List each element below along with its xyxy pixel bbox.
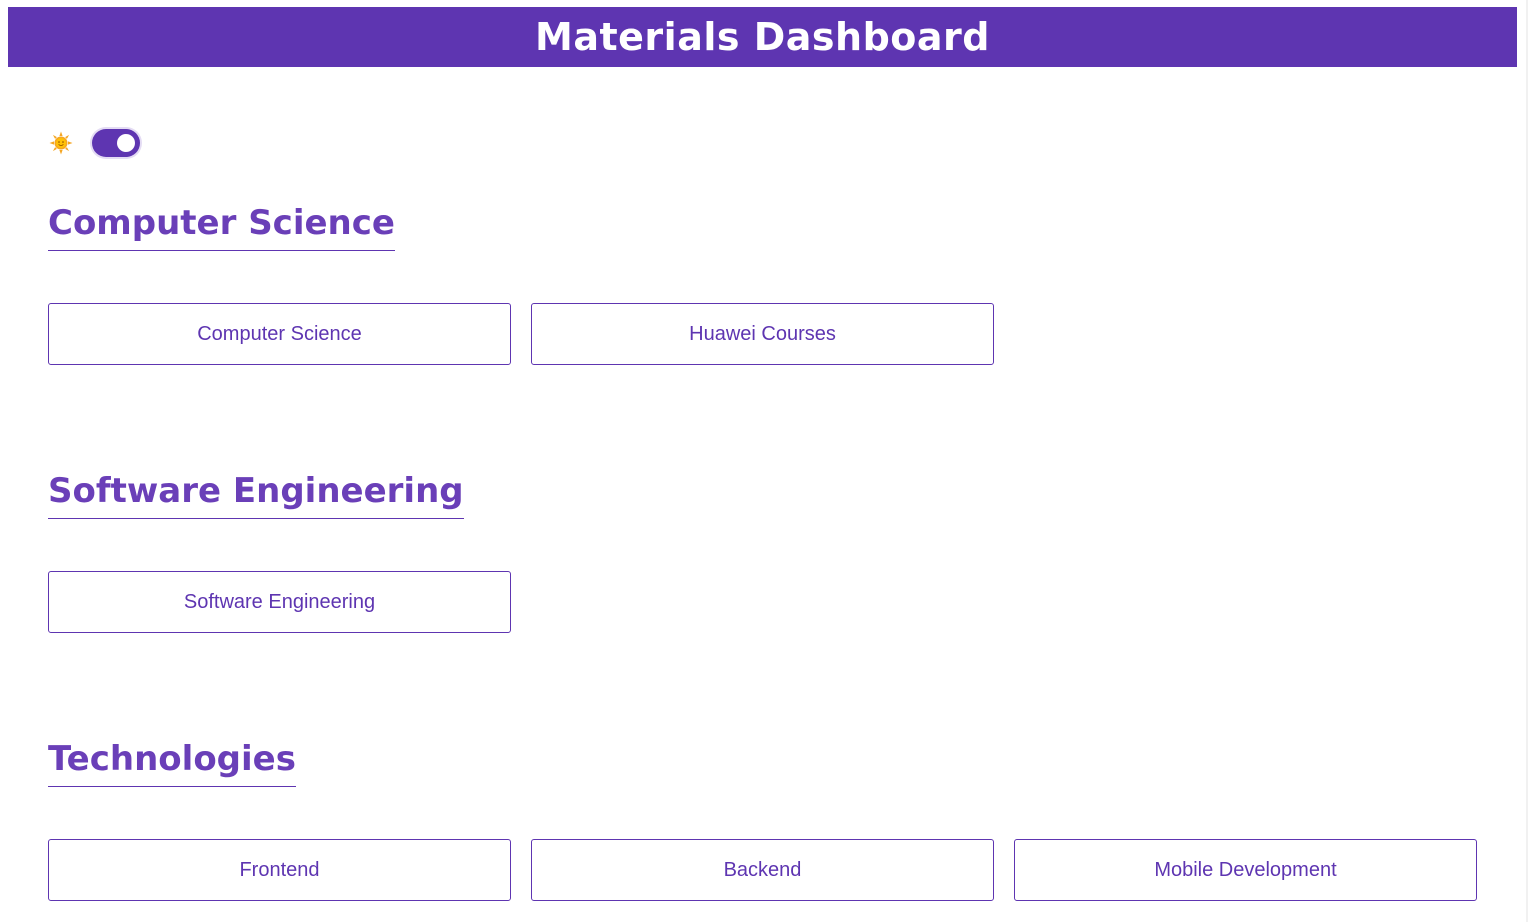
huawei-courses-button[interactable]: Huawei Courses	[531, 303, 994, 365]
section-title-technologies: Technologies	[48, 738, 296, 787]
theme-toggle[interactable]	[92, 129, 140, 157]
section-buttons-computer-science: Computer Science Huawei Courses	[48, 303, 994, 365]
toggle-knob	[117, 134, 135, 152]
section-title-software-engineering: Software Engineering	[48, 470, 464, 519]
software-engineering-button[interactable]: Software Engineering	[48, 571, 511, 633]
dashboard-page: Materials Dashboard Computer Science Com…	[0, 0, 1528, 922]
mobile-development-button[interactable]: Mobile Development	[1014, 839, 1477, 901]
frontend-button[interactable]: Frontend	[48, 839, 511, 901]
header-bar: Materials Dashboard	[8, 7, 1517, 67]
page-title: Materials Dashboard	[535, 15, 990, 59]
section-buttons-software-engineering: Software Engineering	[48, 571, 511, 633]
computer-science-button[interactable]: Computer Science	[48, 303, 511, 365]
sun-icon	[48, 130, 74, 156]
theme-switcher	[48, 128, 140, 158]
section-buttons-technologies: Frontend Backend Mobile Development	[48, 839, 1477, 901]
backend-button[interactable]: Backend	[531, 839, 994, 901]
section-title-computer-science: Computer Science	[48, 202, 395, 251]
